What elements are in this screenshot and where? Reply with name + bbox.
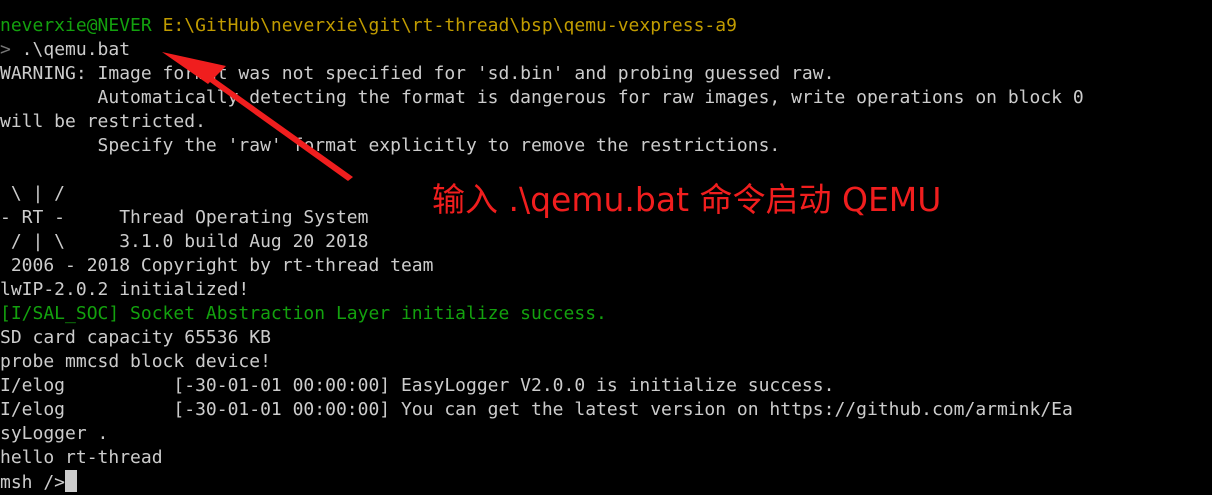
prompt-user: neverxie@NEVER: [0, 15, 152, 36]
annotation-label: 输入 .\qemu.bat 命令启动 QEMU: [432, 180, 942, 219]
text-cursor: [65, 470, 78, 492]
elog-line-1: I/elog [-30-01-01 00:00:00] EasyLogger V…: [0, 375, 835, 396]
msh-prompt: msh />: [0, 472, 66, 493]
output-line-warning-specify: Specify the 'raw' format explicitly to r…: [0, 135, 781, 156]
command-line: > .\qemu.bat: [0, 38, 1212, 62]
hello-line: hello rt-thread: [0, 447, 163, 468]
prompt-line: neverxie@NEVER E:\GitHub\neverxie\git\rt…: [0, 14, 1212, 38]
rt-logo-line-3: / | \ 3.1.0 build Aug 20 2018: [0, 231, 369, 252]
terminal-window[interactable]: neverxie@NEVER E:\GitHub\neverxie\git\rt…: [0, 0, 1212, 495]
prompt-symbol: >: [0, 39, 11, 60]
output-line-warning-restricted: will be restricted.: [0, 111, 206, 132]
probe-mmcsd-line: probe mmcsd block device!: [0, 351, 271, 372]
output-line-blank: [0, 158, 1212, 182]
sal-soc-line: [I/SAL_SOC] Socket Abstraction Layer ini…: [0, 303, 607, 324]
msh-prompt-line[interactable]: msh />: [0, 470, 1212, 494]
copyright-line: 2006 - 2018 Copyright by rt-thread team: [0, 255, 434, 276]
command-text: .\qemu.bat: [10, 39, 131, 60]
prompt-path: E:\GitHub\neverxie\git\rt-thread\bsp\qem…: [162, 15, 737, 36]
output-line-warning: WARNING: Image format was not specified …: [0, 63, 835, 84]
elog-line-2: I/elog [-30-01-01 00:00:00] You can get …: [0, 399, 1073, 420]
elog-line-2-wrap: syLogger .: [0, 423, 109, 444]
sd-card-line: SD card capacity 65536 KB: [0, 327, 271, 348]
lwip-line: lwIP-2.0.2 initialized!: [0, 279, 250, 300]
output-line-warning-detail: Automatically detecting the format is da…: [0, 87, 1084, 108]
